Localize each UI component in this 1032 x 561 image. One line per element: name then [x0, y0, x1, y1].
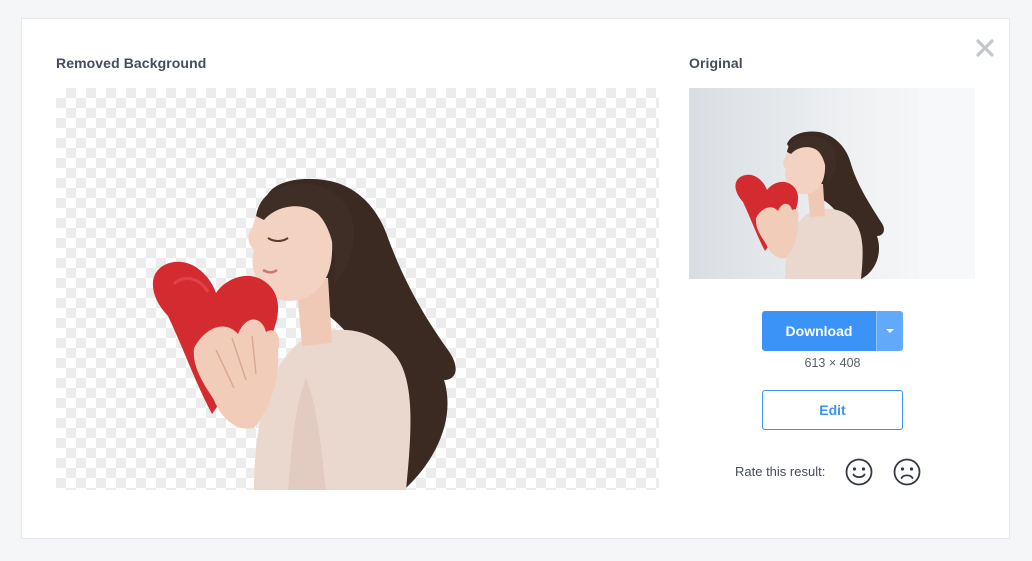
- sad-face-icon[interactable]: [892, 457, 922, 487]
- close-icon[interactable]: [975, 38, 995, 58]
- result-dialog: Removed Background Original Download 613…: [21, 18, 1010, 539]
- removed-background-preview: [56, 88, 659, 490]
- caret-down-icon: [886, 329, 894, 333]
- image-dimensions: 613 × 408: [804, 356, 861, 370]
- download-button-group: Download: [762, 311, 903, 351]
- original-title: Original: [689, 55, 743, 71]
- cutout-image: [152, 178, 456, 490]
- edit-button[interactable]: Edit: [762, 390, 903, 430]
- rate-label: Rate this result:: [735, 464, 826, 479]
- original-thumbnail: [689, 88, 975, 279]
- download-button[interactable]: Download: [762, 311, 876, 351]
- removed-background-title: Removed Background: [56, 55, 207, 71]
- download-options-dropdown[interactable]: [876, 311, 903, 351]
- smiley-face-icon[interactable]: [844, 457, 874, 487]
- original-image: [689, 88, 975, 279]
